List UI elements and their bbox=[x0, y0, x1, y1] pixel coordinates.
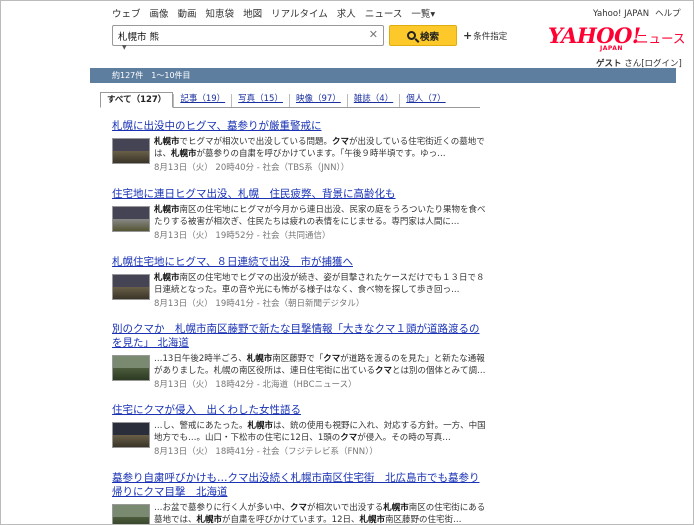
result-summary-bar: 約127件 1〜10件目 bbox=[90, 68, 676, 83]
tab-magazines-label: 雑誌（4） bbox=[353, 94, 394, 104]
search-conditions-label: 条件指定 bbox=[473, 32, 508, 42]
result-body: …13日午後2時半ごろ、札幌市南区藤野で「クマが道路を渡るのを見た」と新たな通報… bbox=[112, 353, 486, 391]
nav-chiebukuro[interactable]: 知恵袋 bbox=[206, 6, 235, 20]
tab-individuals-label: 個人（7） bbox=[406, 94, 446, 104]
nav-map[interactable]: 地図 bbox=[243, 6, 262, 20]
tab-articles[interactable]: 記事（19） bbox=[173, 94, 231, 107]
nav-more-label: 一覧 bbox=[411, 9, 431, 20]
result-body: 札幌市南区の住宅地でヒグマの出没が続き、姿が目撃されたケースだけでも１３日で８日… bbox=[112, 272, 485, 310]
result-thumbnail[interactable] bbox=[112, 422, 150, 448]
nav-realtime[interactable]: リアルタイム bbox=[271, 6, 328, 20]
result-snippet: 札幌市でヒグマが相次いで出没している問題。クマが出没している住宅街近くの墓地では… bbox=[154, 137, 485, 159]
result-body: 札幌市南区の住宅地にヒグマが今月から連日出没、民家の庭をうろついたり果物を食べた… bbox=[112, 204, 486, 242]
result-meta: 8月13日（火） 18時41分 - 社会（フジテレビ系（FNN）） bbox=[154, 447, 378, 457]
result-body: …し、警戒にあたった。札幌市は、銃の使用も視野に入れ、対応する方針。一方、中国地… bbox=[112, 420, 486, 458]
result-meta: 8月13日（火） 19時41分 - 社会（朝日新聞デジタル） bbox=[154, 299, 365, 309]
search-box: ✕ bbox=[112, 25, 384, 46]
nav-news[interactable]: ニュース bbox=[365, 6, 403, 20]
search-icon bbox=[406, 31, 416, 40]
service-nav: ウェブ 画像 動画 知恵袋 地図 リアルタイム 求人 ニュース 一覧▾ bbox=[112, 6, 444, 20]
nav-images[interactable]: 画像 bbox=[150, 6, 169, 20]
result-item: 住宅にクマが侵入 出くわした女性語る …し、警戒にあたった。札幌市は、銃の使用も… bbox=[112, 403, 486, 458]
result-title-link[interactable]: 住宅地に連日ヒグマ出没、札幌 住民疲弊、背景に高齢化も bbox=[112, 187, 482, 201]
nav-video[interactable]: 動画 bbox=[178, 6, 197, 20]
result-item: 墓参り自粛呼びかけも…クマ出没続く札幌市南区住宅街 北広島市でも墓参り帰りにクマ… bbox=[112, 471, 485, 524]
logo-brand: YAHOO! bbox=[548, 23, 641, 48]
result-meta: 8月13日（火） 20時40分 - 社会（TBS系（JNN）） bbox=[154, 163, 350, 173]
result-count: 約127件 1〜10件目 bbox=[112, 71, 191, 80]
result-thumbnail[interactable] bbox=[112, 206, 150, 232]
search-button-label: 検索 bbox=[419, 31, 439, 43]
result-body: 札幌市でヒグマが相次いで出没している問題。クマが出没している住宅街近くの墓地では… bbox=[112, 136, 485, 174]
result-thumbnail[interactable] bbox=[112, 138, 150, 164]
tab-videos[interactable]: 映像（97） bbox=[288, 94, 347, 107]
plus-icon: + bbox=[463, 29, 473, 42]
result-snippet: 札幌市南区の住宅地でヒグマの出没が続き、姿が目撃されたケースだけでも１３日で８日… bbox=[154, 273, 485, 295]
result-title-link[interactable]: 札幌に出没中のヒグマ、墓参りが厳重警戒に bbox=[112, 119, 482, 133]
browser-viewport: ウェブ 画像 動画 知恵袋 地図 リアルタイム 求人 ニュース 一覧▾ Yaho… bbox=[0, 0, 694, 525]
nav-more[interactable]: 一覧▾ bbox=[411, 6, 435, 20]
search-conditions-link[interactable]: +条件指定 bbox=[463, 29, 507, 42]
result-body: …お盆で墓参りに行く人が多い中、クマが相次いで出没する札幌市南区の住宅街にある墓… bbox=[112, 502, 485, 524]
yahoo-japan-link[interactable]: Yahoo! JAPAN bbox=[593, 9, 649, 19]
result-title-link[interactable]: 墓参り自粛呼びかけも…クマ出没続く札幌市南区住宅街 北広島市でも墓参り帰りにクマ… bbox=[112, 471, 482, 499]
result-item: 住宅地に連日ヒグマ出没、札幌 住民疲弊、背景に高齢化も 札幌市南区の住宅地にヒグ… bbox=[112, 187, 486, 242]
tab-magazines[interactable]: 雑誌（4） bbox=[346, 94, 399, 107]
chevron-down-icon: ▾ bbox=[430, 9, 436, 20]
tab-individuals[interactable]: 個人（7） bbox=[399, 94, 451, 107]
top-links: Yahoo! JAPAN ヘルプ bbox=[593, 7, 687, 19]
tab-photos[interactable]: 写真（15） bbox=[231, 94, 289, 107]
nav-web[interactable]: ウェブ bbox=[112, 6, 141, 20]
tab-photos-label: 写真（15） bbox=[238, 94, 283, 104]
result-title-link[interactable]: 住宅にクマが侵入 出くわした女性語る bbox=[112, 403, 482, 417]
result-thumbnail[interactable] bbox=[112, 274, 150, 300]
result-item: 札幌住宅地にヒグマ、８日連続で出没 市が捕獲へ 札幌市南区の住宅地でヒグマの出没… bbox=[112, 255, 485, 310]
help-link[interactable]: ヘルプ bbox=[655, 9, 681, 19]
result-meta: 8月13日（火） 18時42分 - 北海道（HBCニュース） bbox=[154, 380, 357, 390]
result-snippet: 札幌市南区の住宅地にヒグマが今月から連日出没、民家の庭をうろついたり果物を食べた… bbox=[154, 205, 486, 227]
tab-all[interactable]: すべて（127） bbox=[100, 92, 174, 108]
tab-articles-label: 記事（19） bbox=[180, 94, 226, 104]
result-item: 別のクマか 札幌市南区藤野で新たな目撃情報「大きなクマ１頭が道路渡るのを見た」 … bbox=[112, 322, 486, 391]
nav-jobs[interactable]: 求人 bbox=[337, 6, 356, 20]
tab-videos-label: 映像（97） bbox=[295, 94, 341, 104]
result-snippet: …お盆で墓参りに行く人が多い中、クマが相次いで出没する札幌市南区の住宅街にある墓… bbox=[154, 503, 486, 525]
search-button[interactable]: 検索 bbox=[389, 25, 457, 46]
category-tabs: すべて（127） 記事（19） 写真（15） 映像（97） 雑誌（4） 個人（7… bbox=[100, 92, 480, 108]
result-thumbnail[interactable] bbox=[112, 504, 150, 524]
clear-icon[interactable]: ✕ bbox=[369, 28, 378, 41]
result-snippet: …13日午後2時半ごろ、札幌市南区藤野で「クマが道路を渡るのを見た」と新たな通報… bbox=[154, 354, 486, 376]
logo-service: ニュース bbox=[636, 31, 686, 46]
result-title-link[interactable]: 別のクマか 札幌市南区藤野で新たな目撃情報「大きなクマ１頭が道路渡るのを見た」 … bbox=[112, 322, 482, 350]
result-thumbnail[interactable] bbox=[112, 355, 150, 381]
result-meta: 8月13日（火） 19時52分 - 社会（共同通信） bbox=[154, 231, 331, 241]
yahoo-news-logo[interactable]: YAHOO! JAPAN ニュース bbox=[548, 23, 685, 52]
logo-sub: JAPAN bbox=[600, 45, 623, 52]
result-title-link[interactable]: 札幌住宅地にヒグマ、８日連続で出没 市が捕獲へ bbox=[112, 255, 482, 269]
search-input[interactable] bbox=[113, 26, 363, 45]
result-snippet: …し、警戒にあたった。札幌市は、銃の使用も視野に入れ、対応する方針。一方、中国地… bbox=[154, 421, 486, 443]
result-item: 札幌に出没中のヒグマ、墓参りが厳重警戒に 札幌市でヒグマが相次いで出没している問… bbox=[112, 119, 485, 174]
triangle-down-icon[interactable]: ▼ bbox=[122, 44, 127, 51]
